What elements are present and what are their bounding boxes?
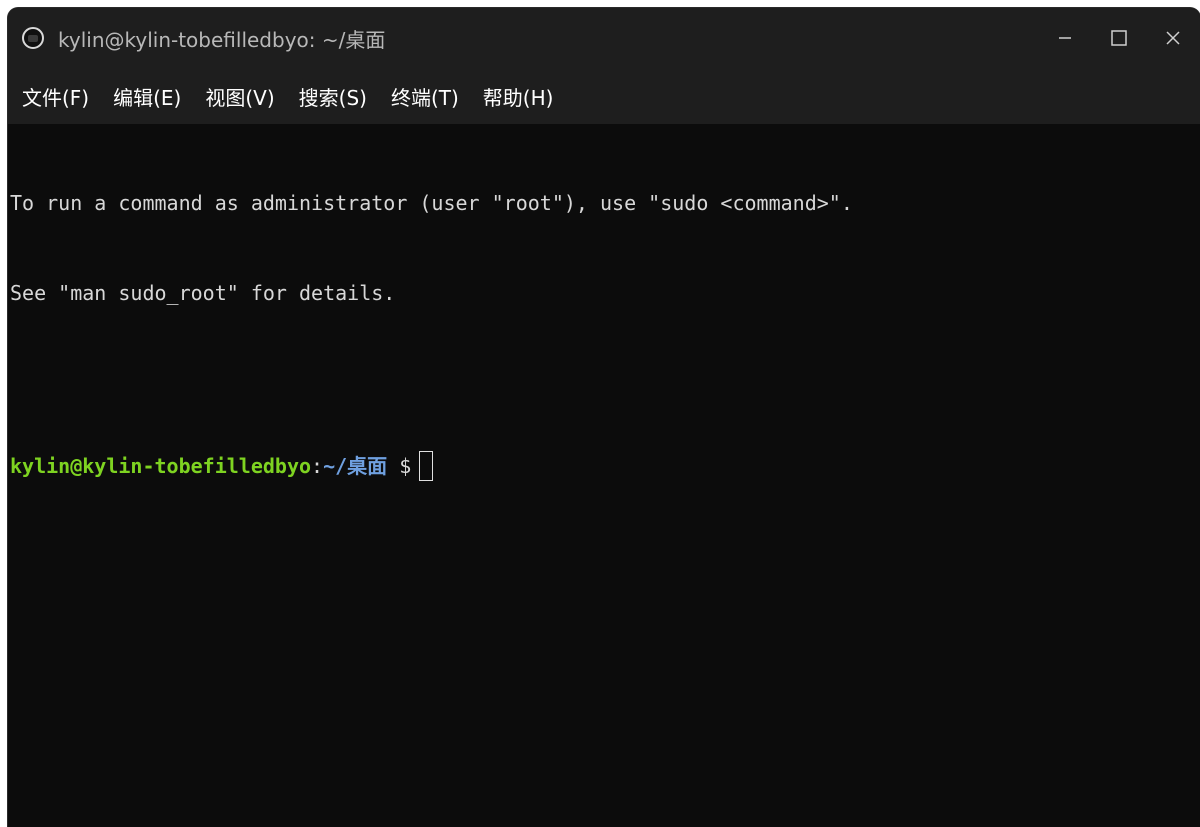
menu-file[interactable]: 文件(F) bbox=[22, 82, 89, 111]
title-bar[interactable]: kylin@kylin-tobefilledbyo: ~/桌面 bbox=[8, 8, 1200, 68]
maximize-icon bbox=[1111, 30, 1127, 46]
terminal-line: See "man sudo_root" for details. bbox=[10, 281, 396, 305]
text-cursor bbox=[419, 450, 434, 481]
menu-search[interactable]: 搜索(S) bbox=[299, 82, 367, 111]
prompt-sign: $ bbox=[387, 454, 412, 478]
prompt-colon: : bbox=[311, 454, 324, 478]
menu-view[interactable]: 视图(V) bbox=[205, 82, 274, 111]
terminal-line: To run a command as administrator (user … bbox=[10, 191, 853, 215]
close-button[interactable] bbox=[1146, 8, 1200, 68]
minimize-button[interactable] bbox=[1038, 8, 1092, 68]
minimize-icon bbox=[1059, 37, 1071, 39]
close-icon bbox=[1166, 31, 1180, 45]
maximize-button[interactable] bbox=[1092, 8, 1146, 68]
prompt-user-host: kylin@kylin-tobefilledbyo bbox=[10, 454, 312, 478]
window-title: kylin@kylin-tobefilledbyo: ~/桌面 bbox=[58, 27, 386, 52]
terminal-window: kylin@kylin-tobefilledbyo: ~/桌面 文件(F) 编辑… bbox=[8, 8, 1200, 827]
menu-help[interactable]: 帮助(H) bbox=[483, 82, 554, 111]
terminal-icon bbox=[22, 27, 44, 49]
menu-terminal[interactable]: 终端(T) bbox=[391, 82, 459, 111]
menu-edit[interactable]: 编辑(E) bbox=[113, 82, 181, 111]
terminal-prompt-line: kylin@kylin-tobefilledbyo:~/桌面 $ bbox=[10, 450, 1198, 481]
window-controls bbox=[1038, 8, 1200, 68]
menu-bar: 文件(F) 编辑(E) 视图(V) 搜索(S) 终端(T) 帮助(H) bbox=[8, 68, 1200, 124]
prompt-path: ~/桌面 bbox=[323, 454, 388, 478]
terminal-output[interactable]: To run a command as administrator (user … bbox=[8, 124, 1200, 824]
